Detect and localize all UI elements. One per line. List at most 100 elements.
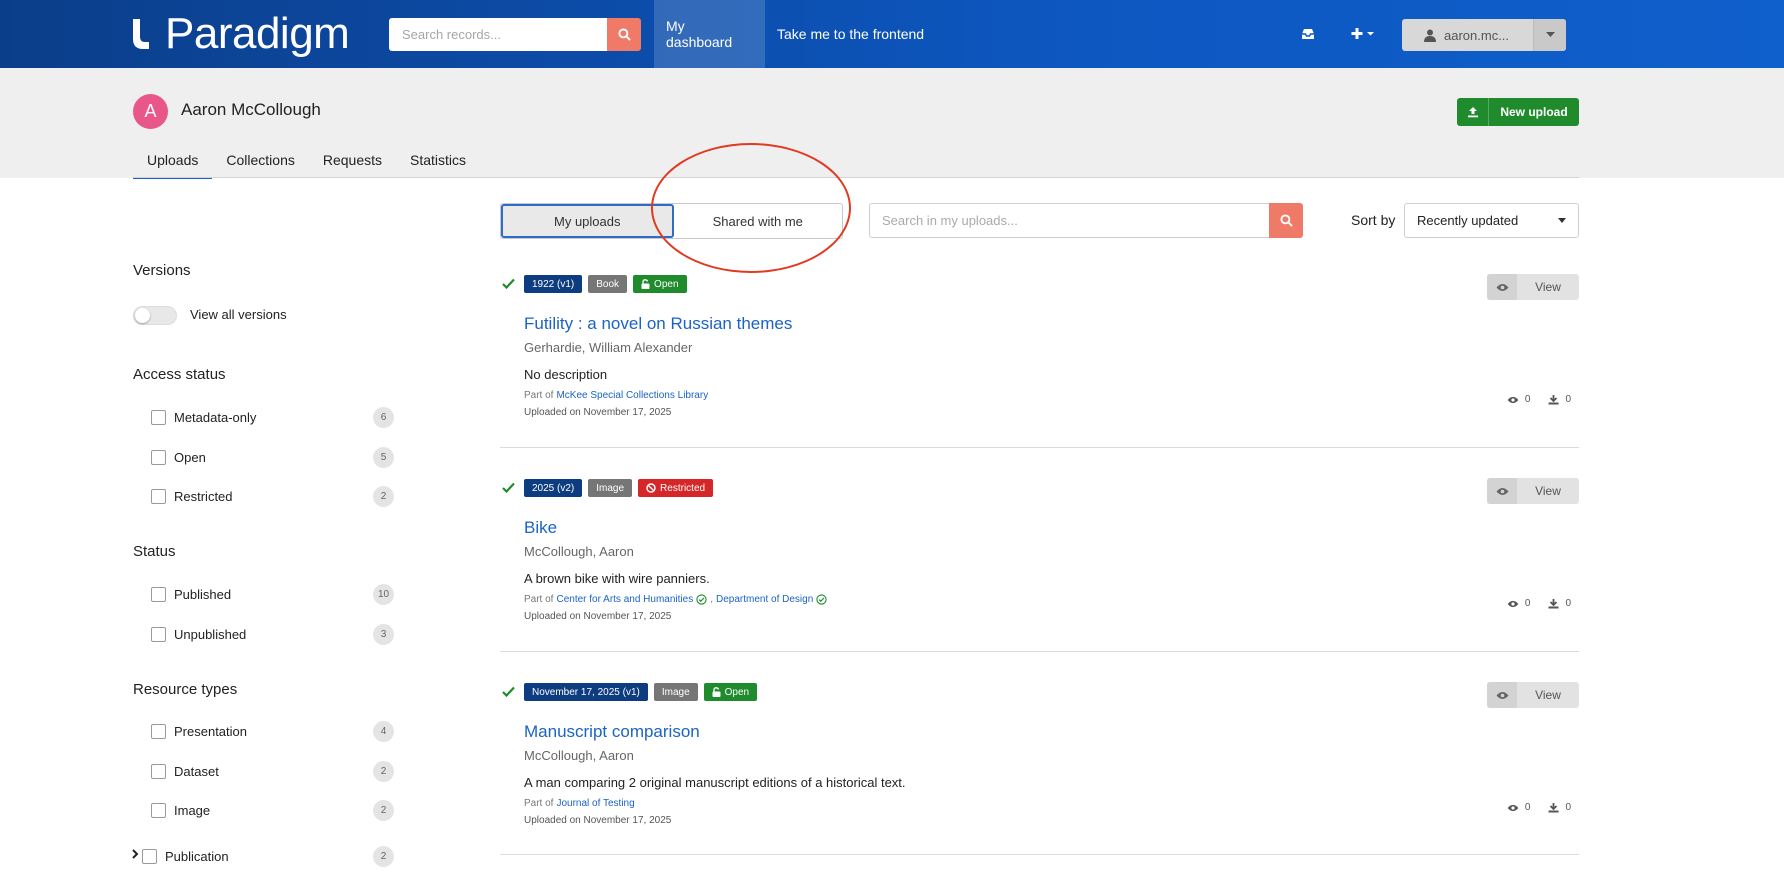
view-button[interactable]: View xyxy=(1487,478,1579,504)
record-title-link[interactable]: Futility : a novel on Russian themes xyxy=(524,314,792,334)
brand-logo[interactable]: Paradigm xyxy=(131,12,350,56)
eye-icon xyxy=(1507,600,1519,607)
filter-count: 2 xyxy=(373,760,394,782)
access-badge: Open xyxy=(703,683,758,701)
ban-icon xyxy=(646,483,656,493)
nav-my-dashboard[interactable]: My dashboard xyxy=(654,0,765,68)
tab-uploads[interactable]: Uploads xyxy=(133,148,213,179)
view-button[interactable]: View xyxy=(1487,274,1579,300)
dashboard-tabs: Uploads Collections Requests Statistics xyxy=(133,148,480,179)
part-of-label: Part of xyxy=(524,390,554,401)
eye-icon xyxy=(1507,804,1519,811)
global-search-button[interactable] xyxy=(607,18,641,51)
checkmark-icon xyxy=(502,276,515,292)
filter-label: Open xyxy=(174,449,206,465)
filter-dataset[interactable]: Dataset 2 xyxy=(151,760,394,782)
shared-with-me-button[interactable]: Shared with me xyxy=(674,204,843,238)
record-communities: Part of McKee Special Collections Librar… xyxy=(524,390,708,401)
version-badge: 1922 (v1) xyxy=(524,275,583,293)
version-badge: 2025 (v2) xyxy=(524,479,583,497)
tab-statistics[interactable]: Statistics xyxy=(396,148,480,178)
downloads-count: 0 xyxy=(1565,802,1571,813)
filter-count: 2 xyxy=(373,485,394,507)
user-menu-caret[interactable] xyxy=(1533,19,1566,51)
view-button[interactable]: View xyxy=(1487,682,1579,708)
filter-label: Dataset xyxy=(174,763,219,779)
filter-label: Presentation xyxy=(174,723,247,739)
filter-label: Image xyxy=(174,802,211,818)
sort-dropdown[interactable]: Recently updated xyxy=(1404,203,1579,238)
views-count: 0 xyxy=(1524,802,1531,813)
type-badge: Image xyxy=(588,479,633,497)
community-link[interactable]: Center for Arts and Humanities xyxy=(556,594,693,605)
filter-presentation[interactable]: Presentation 4 xyxy=(151,720,394,742)
my-uploads-button[interactable]: My uploads xyxy=(501,204,674,238)
community-link[interactable]: McKee Special Collections Library xyxy=(556,390,708,401)
filter-published[interactable]: Published 10 xyxy=(151,583,394,605)
filter-metadata-only[interactable]: Metadata-only 6 xyxy=(151,406,394,428)
result-item: 1922 (v1) Book Open View Futility : a no… xyxy=(500,270,1579,448)
checkbox[interactable] xyxy=(151,763,166,779)
chevron-down-icon xyxy=(1545,32,1555,37)
checkbox[interactable] xyxy=(151,488,166,504)
filter-count: 2 xyxy=(373,845,394,867)
checkmark-icon xyxy=(502,480,515,496)
download-icon xyxy=(1548,803,1559,813)
record-stats: 0 0 xyxy=(1507,802,1571,813)
record-communities: Part of Center for Arts and Humanities ,… xyxy=(524,594,827,605)
filter-unpublished[interactable]: Unpublished 3 xyxy=(151,623,394,645)
record-creator: McCollough, Aaron xyxy=(524,748,634,763)
checkbox[interactable] xyxy=(142,848,157,864)
avatar: A xyxy=(133,94,168,129)
record-description: A brown bike with wire panniers. xyxy=(524,571,710,586)
profile-name: Aaron McCollough xyxy=(181,100,321,119)
checkbox[interactable] xyxy=(151,626,166,642)
unlock-icon xyxy=(641,279,650,289)
community-link[interactable]: Department of Design xyxy=(716,594,813,605)
access-label: Open xyxy=(654,278,679,290)
tab-requests[interactable]: Requests xyxy=(309,148,396,178)
version-badge: November 17, 2025 (v1) xyxy=(524,683,648,701)
filter-publication[interactable]: Publication 2 xyxy=(142,845,394,867)
chevron-down-icon xyxy=(1558,218,1566,223)
checkbox[interactable] xyxy=(151,723,166,739)
filter-label: Restricted xyxy=(174,488,233,504)
checkbox[interactable] xyxy=(151,586,166,602)
view-all-versions-toggle[interactable] xyxy=(133,306,177,325)
access-label: Open xyxy=(724,686,750,698)
nav-frontend[interactable]: Take me to the frontend xyxy=(765,0,936,68)
filter-image[interactable]: Image 2 xyxy=(151,799,394,821)
chevron-right-icon[interactable] xyxy=(132,849,139,862)
type-badge: Image xyxy=(653,683,698,701)
add-menu-icon[interactable] xyxy=(1351,27,1379,41)
top-navbar: Paradigm My dashboard Take me to the fro… xyxy=(0,0,1784,68)
inbox-icon[interactable] xyxy=(1300,27,1316,41)
user-menu-button[interactable]: aaron.mc... xyxy=(1402,19,1566,51)
record-title-link[interactable]: Bike xyxy=(524,518,557,538)
filter-restricted[interactable]: Restricted 2 xyxy=(151,485,394,507)
checkbox[interactable] xyxy=(151,449,166,465)
filter-label: Published xyxy=(174,586,232,602)
uploads-scope-toggle: My uploads Shared with me xyxy=(500,203,843,239)
eye-icon xyxy=(1487,274,1517,300)
uploads-search-button[interactable] xyxy=(1269,203,1303,238)
part-of-label: Part of xyxy=(524,594,554,605)
checkbox[interactable] xyxy=(151,802,166,818)
upload-icon xyxy=(1457,98,1489,126)
verified-icon xyxy=(696,594,707,605)
uploads-search-input[interactable] xyxy=(869,203,1270,238)
status-title: Status xyxy=(133,543,176,560)
new-upload-button[interactable]: New upload xyxy=(1457,98,1579,126)
tab-collections[interactable]: Collections xyxy=(212,148,308,178)
checkbox[interactable] xyxy=(151,409,166,425)
filter-label: Unpublished xyxy=(174,626,247,642)
view-label: View xyxy=(1535,688,1561,702)
filter-open[interactable]: Open 5 xyxy=(151,446,394,468)
access-status-title: Access status xyxy=(133,366,226,383)
community-link[interactable]: Journal of Testing xyxy=(556,798,634,809)
record-title-link[interactable]: Manuscript comparison xyxy=(524,722,700,742)
global-search-input[interactable] xyxy=(389,18,608,51)
download-icon xyxy=(1548,599,1559,609)
sort-value: Recently updated xyxy=(1417,213,1519,228)
versions-title: Versions xyxy=(133,262,191,279)
